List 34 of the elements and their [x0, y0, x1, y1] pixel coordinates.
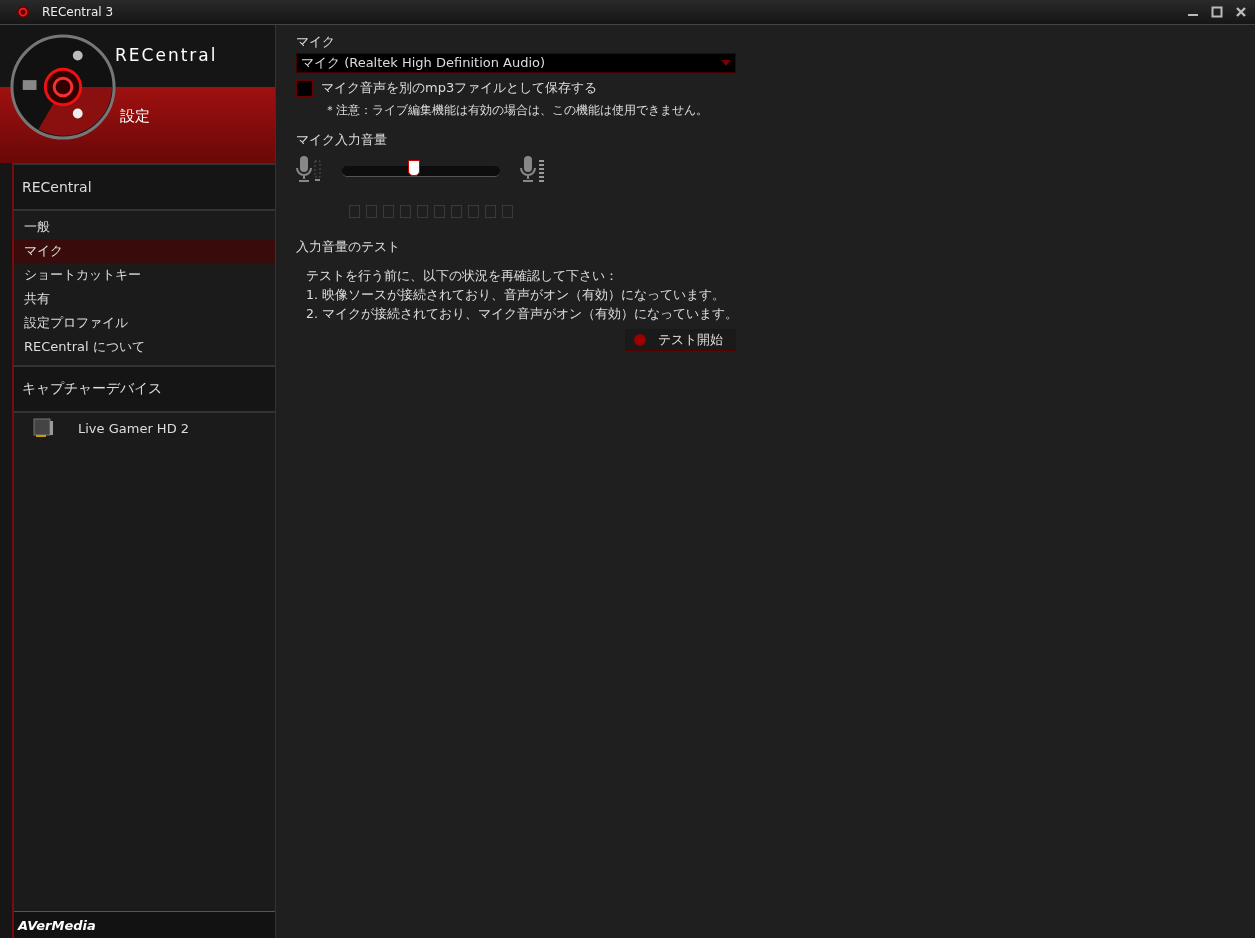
volume-label: マイク入力音量 [296, 131, 388, 149]
app-logo: RECentral [115, 45, 218, 65]
maximize-icon[interactable] [1211, 6, 1223, 18]
sidebar-item[interactable]: ショートカットキー [14, 263, 275, 287]
sidebar-item[interactable]: RECentral について [14, 335, 275, 359]
instruction-text: 1. 映像ソースが接続されており、音声がオン（有効）になっています。 [306, 286, 726, 304]
checkbox-label: マイク音声を別のmp3ファイルとして保存する [321, 79, 598, 97]
close-icon[interactable] [1235, 6, 1247, 18]
section-title: 設定 [120, 107, 150, 126]
footer-logo: AVerMedia [18, 917, 96, 933]
sidebar-item[interactable]: マイク [14, 239, 275, 263]
window-title: RECentral 3 [42, 5, 114, 19]
sidebar-item[interactable]: 設定プロファイル [14, 311, 275, 335]
sidebar-item[interactable]: 共有 [14, 287, 275, 311]
capture-card-icon [32, 417, 54, 439]
start-test-button[interactable]: テスト開始 [625, 329, 736, 351]
mic-high-icon [520, 155, 546, 183]
slider-thumb[interactable] [408, 160, 421, 176]
checkbox[interactable] [296, 79, 313, 97]
section-heading: 入力音量のテスト [296, 238, 401, 256]
volume-slider[interactable] [342, 158, 500, 180]
field-label: マイク [296, 33, 336, 51]
sidebar-item[interactable]: 一般 [14, 215, 275, 239]
note-text: ＊注意：ライブ編集機能は有効の場合は、この機能は使用できません。 [324, 102, 709, 119]
mic-low-icon [296, 155, 322, 183]
device-item[interactable]: Live Gamer HD 2 [78, 420, 190, 436]
app-logo-icon [16, 5, 30, 19]
device-dropdown[interactable]: マイク (Realtek High Definition Audio) [296, 53, 736, 73]
group-header: RECentral [14, 163, 275, 211]
instruction-text: 2. マイクが接続されており、マイク音声がオン（有効）になっています。 [306, 305, 739, 323]
group-header: キャプチャーデバイス [14, 365, 275, 413]
instruction-text: テストを行う前に、以下の状況を再確認して下さい： [306, 267, 619, 285]
record-dot-icon [634, 334, 646, 346]
dropdown-caret-icon [721, 60, 731, 66]
